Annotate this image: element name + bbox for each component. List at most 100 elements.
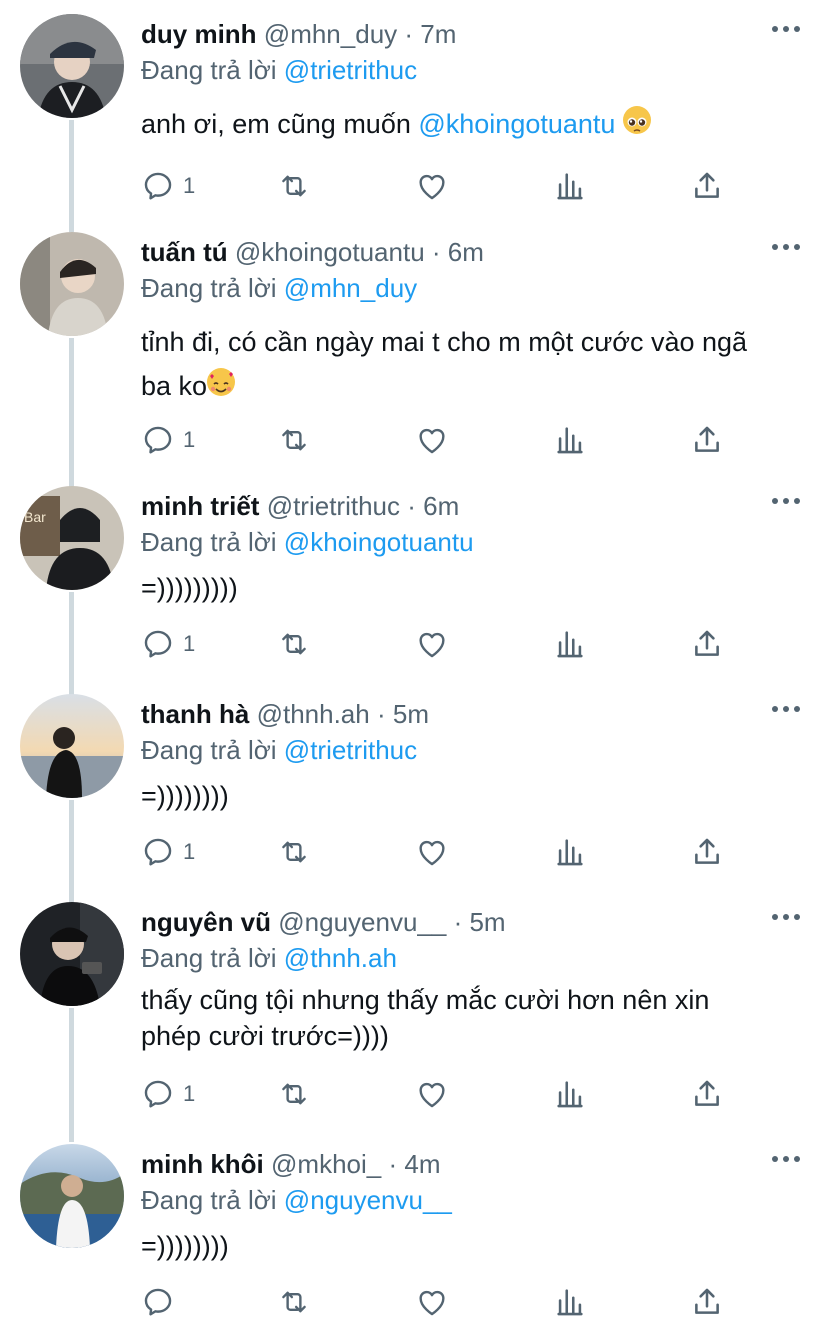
tweet-text-content: =))))))))	[141, 1231, 229, 1261]
reply-button[interactable]	[141, 1282, 183, 1322]
tweet-header: minh khôi @mkhoi_ · 4m	[141, 1148, 441, 1180]
avatar[interactable]: Bar	[20, 486, 124, 590]
analytics-icon	[557, 173, 583, 200]
views-button[interactable]	[553, 1282, 587, 1322]
display-name[interactable]: minh khôi	[141, 1149, 264, 1179]
retweet-icon	[282, 841, 306, 863]
retweet-button[interactable]	[277, 624, 311, 664]
share-icon	[695, 426, 719, 452]
like-button[interactable]	[415, 832, 449, 872]
timestamp[interactable]: 4m	[404, 1149, 440, 1179]
analytics-icon	[557, 839, 583, 866]
display-name[interactable]: nguyên vũ	[141, 907, 271, 937]
timestamp[interactable]: 6m	[423, 491, 459, 521]
share-button[interactable]	[690, 832, 724, 872]
separator-dot: ·	[453, 907, 463, 937]
tweet-header: thanh hà @thnh.ah · 5m	[141, 698, 429, 730]
share-button[interactable]	[690, 166, 724, 206]
analytics-icon	[557, 427, 583, 454]
replying-to-mention[interactable]: @nguyenvu__	[284, 1185, 452, 1215]
like-button[interactable]	[415, 624, 449, 664]
retweet-icon	[282, 429, 306, 451]
more-icon[interactable]	[772, 26, 800, 36]
avatar[interactable]	[20, 694, 124, 798]
views-button[interactable]	[553, 166, 587, 206]
views-button[interactable]	[553, 420, 587, 460]
views-button[interactable]	[553, 832, 587, 872]
retweet-button[interactable]	[277, 166, 311, 206]
display-name[interactable]: tuấn tú	[141, 237, 228, 267]
replying-to-label: Đang trả lời	[141, 735, 277, 765]
replying-to-mention[interactable]: @khoingotuantu	[284, 527, 474, 557]
avatar[interactable]	[20, 14, 124, 118]
like-button[interactable]	[415, 420, 449, 460]
more-icon[interactable]	[772, 1156, 800, 1166]
replying-to: Đang trả lời @nguyenvu__	[141, 1184, 452, 1216]
retweet-button[interactable]	[277, 420, 311, 460]
thread-line	[69, 1008, 74, 1142]
more-icon[interactable]	[772, 498, 800, 508]
replying-to-mention[interactable]: @thnh.ah	[284, 943, 397, 973]
views-button[interactable]	[553, 624, 587, 664]
retweet-icon	[282, 1291, 306, 1313]
display-name[interactable]: duy minh	[141, 19, 257, 49]
retweet-icon	[282, 633, 306, 655]
separator-dot: ·	[407, 491, 416, 521]
heart-icon	[419, 1290, 445, 1316]
pleading-face-icon	[622, 106, 651, 134]
retweet-button[interactable]	[277, 832, 311, 872]
display-name[interactable]: minh triết	[141, 491, 259, 521]
display-name[interactable]: thanh hà	[141, 699, 249, 729]
user-handle[interactable]: @khoingotuantu	[235, 237, 425, 267]
retweet-button[interactable]	[277, 1074, 311, 1114]
views-button[interactable]	[553, 1074, 587, 1114]
user-handle[interactable]: @mkhoi_	[271, 1149, 381, 1179]
reply-icon	[144, 1288, 172, 1316]
thread-line	[69, 592, 74, 696]
heart-icon	[419, 840, 445, 866]
share-button[interactable]	[690, 624, 724, 664]
retweet-icon	[282, 1083, 306, 1105]
tweet-text-content: =)))))))))	[141, 573, 238, 603]
more-icon[interactable]	[772, 706, 800, 716]
user-handle[interactable]: @trietrithuc	[267, 491, 400, 521]
user-handle[interactable]: @mhn_duy	[264, 19, 397, 49]
reply-button[interactable]: 1	[141, 420, 195, 460]
heart-icon	[419, 174, 445, 200]
user-handle[interactable]: @nguyenvu__	[278, 907, 446, 937]
replying-to: Đang trả lời @mhn_duy	[141, 272, 417, 304]
like-button[interactable]	[415, 1282, 449, 1322]
timestamp[interactable]: 6m	[448, 237, 484, 267]
more-icon[interactable]	[772, 914, 800, 924]
share-button[interactable]	[690, 1074, 724, 1114]
tweet-mention[interactable]: @khoingotuantu	[418, 109, 615, 139]
user-handle[interactable]: @thnh.ah	[257, 699, 370, 729]
avatar[interactable]	[20, 232, 124, 336]
replying-to-mention[interactable]: @trietrithuc	[284, 55, 417, 85]
tweet-text: =)))))))))	[141, 566, 781, 610]
tweet-header: tuấn tú @khoingotuantu · 6m	[141, 236, 484, 268]
share-button[interactable]	[690, 420, 724, 460]
retweet-button[interactable]	[277, 1282, 311, 1322]
reply-button[interactable]: 1	[141, 832, 195, 872]
like-button[interactable]	[415, 1074, 449, 1114]
share-icon	[695, 630, 719, 656]
avatar[interactable]	[20, 1144, 124, 1248]
reply-button[interactable]: 1	[141, 1074, 195, 1114]
more-icon[interactable]	[772, 244, 800, 254]
timestamp[interactable]: 5m	[469, 907, 505, 937]
like-button[interactable]	[415, 166, 449, 206]
replying-to-mention[interactable]: @mhn_duy	[284, 273, 417, 303]
reply-button[interactable]: 1	[141, 624, 195, 664]
share-icon	[695, 1080, 719, 1106]
avatar[interactable]	[20, 902, 124, 1006]
share-button[interactable]	[690, 1282, 724, 1322]
tweet-actions: 1	[141, 420, 741, 460]
replying-to: Đang trả lời @trietrithuc	[141, 734, 417, 766]
replying-to-mention[interactable]: @trietrithuc	[284, 735, 417, 765]
timestamp[interactable]: 5m	[393, 699, 429, 729]
reply-count: 1	[183, 427, 196, 452]
reply-button[interactable]: 1	[141, 166, 195, 206]
timestamp[interactable]: 7m	[420, 19, 456, 49]
replying-to-label: Đang trả lời	[141, 273, 277, 303]
